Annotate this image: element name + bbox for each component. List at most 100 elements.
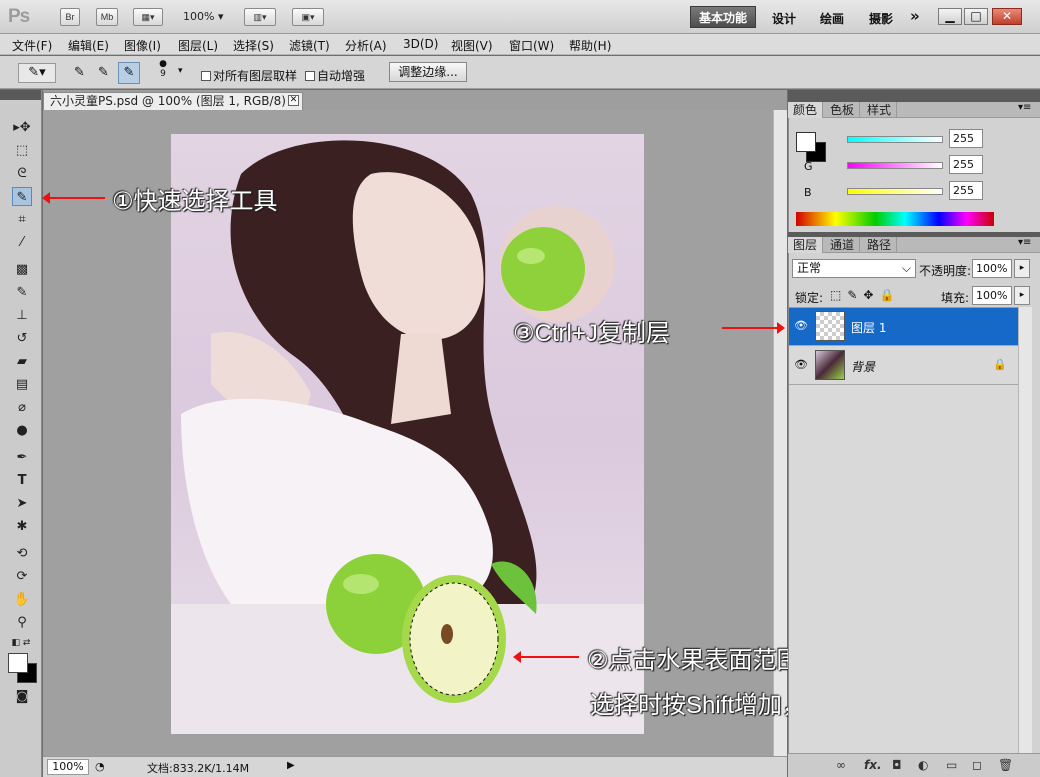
channel-g-value[interactable]: 255 [949, 155, 983, 174]
workspace-essentials[interactable]: 基本功能 [690, 6, 756, 28]
link-layers-icon[interactable]: ∞ [836, 758, 846, 772]
zoom-level-select[interactable]: 100% ▾ [183, 10, 223, 23]
mini-bridge-button[interactable]: Mb [96, 8, 118, 26]
add-to-selection-icon[interactable]: ✎ [98, 65, 109, 80]
menu-layer[interactable]: 图层(L) [178, 37, 218, 54]
gradient-tool-icon[interactable]: ▤ [12, 375, 32, 394]
fx-icon[interactable]: fx. [864, 758, 882, 772]
refine-edge-button[interactable]: 调整边缘... [389, 62, 467, 82]
brush-dropdown-icon[interactable]: ▾ [178, 66, 183, 76]
layer-row-background[interactable]: 👁 背景 🔒 [789, 347, 1018, 385]
menu-select[interactable]: 选择(S) [233, 37, 274, 54]
menu-analysis[interactable]: 分析(A) [345, 37, 387, 54]
layer-row-layer1[interactable]: 👁 图层 1 [789, 308, 1018, 346]
menu-image[interactable]: 图像(I) [124, 37, 161, 54]
adjustment-layer-icon[interactable]: ◐ [918, 758, 928, 772]
menu-window[interactable]: 窗口(W) [509, 37, 554, 54]
menu-help[interactable]: 帮助(H) [569, 37, 611, 54]
more-workspaces-icon[interactable]: » [910, 7, 920, 25]
status-zoom-field[interactable]: 100% [47, 759, 89, 775]
auto-enhance-checkbox[interactable]: 自动增强 [305, 67, 365, 84]
lasso-tool-icon[interactable]: ᘓ [12, 164, 32, 183]
quick-selection-tool-icon[interactable]: ✎ [12, 187, 32, 206]
channel-g-slider[interactable] [847, 162, 943, 169]
dodge-tool-icon[interactable]: ● [12, 421, 32, 440]
marquee-tool-icon[interactable]: ⬚ [12, 141, 32, 160]
panel-menu-icon[interactable]: ▾≡ [1018, 102, 1031, 113]
clone-stamp-tool-icon[interactable]: ⊥ [12, 306, 32, 325]
opacity-input[interactable]: 100% [972, 259, 1012, 278]
close-button[interactable]: ✕ [992, 8, 1022, 25]
tab-channels[interactable]: 通道 [825, 237, 861, 253]
tab-layers[interactable]: 图层 [788, 237, 824, 253]
subtract-from-selection-icon[interactable]: ✎ [118, 62, 140, 84]
layers-panel-menu-icon[interactable]: ▾≡ [1018, 237, 1031, 248]
tab-color[interactable]: 颜色 [788, 102, 824, 118]
3d-orbit-tool-icon[interactable]: ⟳ [12, 567, 32, 586]
add-mask-icon[interactable]: ◘ [892, 758, 902, 772]
channel-r-value[interactable]: 255 [949, 129, 983, 148]
brush-size-picker[interactable]: ● 9 [158, 59, 168, 79]
healing-brush-tool-icon[interactable]: ▩ [12, 260, 32, 279]
shape-tool-icon[interactable]: ✱ [12, 517, 32, 536]
channel-r-slider[interactable] [847, 136, 943, 143]
sample-all-layers-checkbox[interactable]: 对所有图层取样 [201, 67, 297, 84]
arrange-documents-icon[interactable]: ▥▾ [244, 8, 276, 26]
menu-view[interactable]: 视图(V) [451, 37, 493, 54]
new-selection-icon[interactable]: ✎ [74, 65, 85, 80]
lock-options-icons[interactable]: ⬚✎✥🔒 [830, 288, 900, 302]
workspace-design[interactable]: 设计 [772, 10, 796, 27]
history-brush-tool-icon[interactable]: ↺ [12, 329, 32, 348]
type-tool-icon[interactable]: T [12, 471, 32, 490]
layer-name[interactable]: 图层 1 [851, 319, 886, 336]
new-layer-icon[interactable]: ◻ [972, 758, 982, 772]
tab-swatches[interactable]: 色板 [825, 102, 861, 118]
path-selection-tool-icon[interactable]: ➤ [12, 494, 32, 513]
menu-3d[interactable]: 3D(D) [403, 37, 438, 51]
fill-slider-arrow-icon[interactable]: ▸ [1014, 286, 1030, 305]
minimize-button[interactable]: ▁ [938, 8, 962, 25]
brush-tool-icon[interactable]: ✎ [12, 283, 32, 302]
layers-scrollbar[interactable] [1018, 307, 1032, 753]
menu-edit[interactable]: 编辑(E) [68, 37, 109, 54]
foreground-color-swatch[interactable] [8, 653, 28, 673]
extras-icon[interactable]: ▦▾ [133, 8, 163, 26]
blur-tool-icon[interactable]: ⌀ [12, 398, 32, 417]
document-tab[interactable]: 六小灵童PS.psd @ 100% (图层 1, RGB/8) * [43, 92, 303, 110]
bridge-button[interactable]: Br [60, 8, 80, 26]
color-panel-foreground-swatch[interactable] [796, 132, 816, 152]
photo-woman-with-apples[interactable] [171, 134, 644, 734]
channel-b-slider[interactable] [847, 188, 943, 195]
blend-mode-select[interactable]: 正常 ⌵ [792, 259, 916, 278]
document-close-icon[interactable]: ✕ [288, 95, 299, 106]
menu-filter[interactable]: 滤镜(T) [289, 37, 330, 54]
tool-preset-picker[interactable]: ✎▾ [18, 63, 56, 83]
zoom-tool-icon[interactable]: ⚲ [12, 613, 32, 632]
opacity-slider-arrow-icon[interactable]: ▸ [1014, 259, 1030, 278]
channel-b-value[interactable]: 255 [949, 181, 983, 200]
new-group-folder-icon[interactable]: ▭ [946, 758, 957, 772]
layer-visibility-eye-icon[interactable]: 👁 [793, 319, 809, 335]
eyedropper-tool-icon[interactable]: ⁄ [12, 233, 32, 252]
screen-mode-icon[interactable]: ▣▾ [292, 8, 324, 26]
move-tool-icon[interactable]: ▸✥ [12, 118, 32, 137]
fill-input[interactable]: 100% [972, 286, 1012, 305]
color-spectrum-ramp[interactable] [796, 212, 994, 226]
trash-icon[interactable]: 🗑 [998, 758, 1013, 772]
swap-colors-icon[interactable]: ◧ ⇄ [8, 634, 34, 653]
3d-rotate-tool-icon[interactable]: ⟲ [12, 544, 32, 563]
tab-styles[interactable]: 样式 [862, 102, 898, 118]
workspace-painting[interactable]: 绘画 [820, 10, 844, 27]
crop-tool-icon[interactable]: ⌗ [12, 210, 32, 229]
hand-tool-icon[interactable]: ✋ [12, 590, 32, 609]
quick-mask-icon[interactable]: ◙ [12, 687, 32, 706]
eraser-tool-icon[interactable]: ▰ [12, 352, 32, 371]
status-menu-arrow-icon[interactable]: ▶ [287, 760, 295, 771]
tab-paths[interactable]: 路径 [862, 237, 898, 253]
layer-visibility-eye-icon[interactable]: 👁 [793, 358, 809, 374]
menu-file[interactable]: 文件(F) [12, 37, 52, 54]
workspace-photography[interactable]: 摄影 [869, 10, 893, 27]
layer-name[interactable]: 背景 [851, 358, 875, 375]
pen-tool-icon[interactable]: ✒ [12, 448, 32, 467]
status-info-icon[interactable]: ◔ [95, 760, 105, 773]
